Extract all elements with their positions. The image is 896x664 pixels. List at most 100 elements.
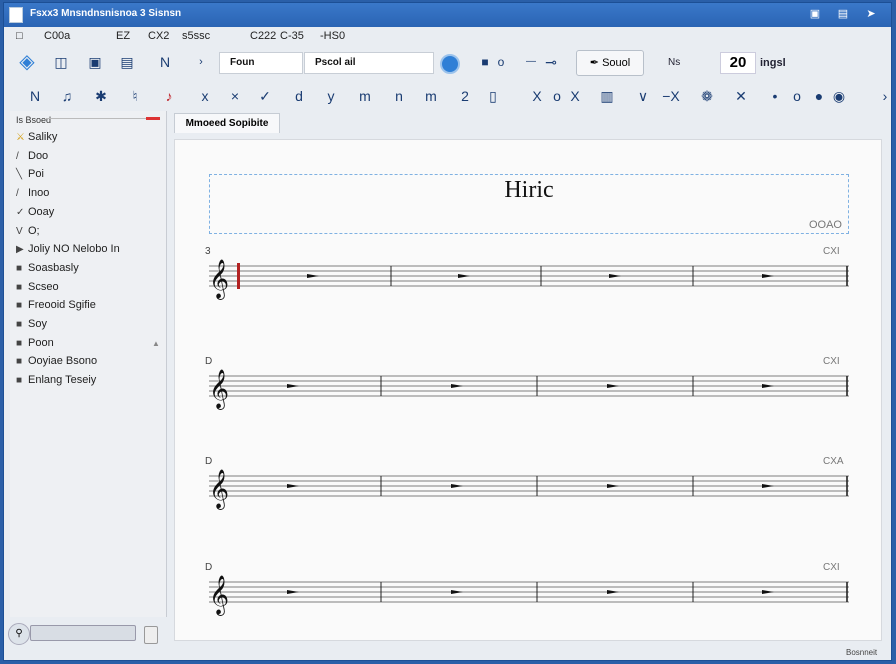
number-field[interactable]: 20 bbox=[720, 52, 756, 74]
close-panel-icon[interactable] bbox=[146, 117, 160, 120]
scroll-box[interactable] bbox=[144, 626, 158, 644]
measure-rest[interactable] bbox=[458, 274, 470, 278]
palette-symbol-icon-21[interactable]: ❁ bbox=[698, 87, 716, 105]
measure-rest[interactable] bbox=[607, 484, 619, 488]
font-combo[interactable]: Foun bbox=[219, 52, 303, 74]
dash-icon[interactable]: — bbox=[522, 53, 540, 71]
sidebar-item-4[interactable]: ✓ Ooay bbox=[16, 206, 54, 222]
sidebar-item-13[interactable]: ■ Enlang Teseiy bbox=[16, 374, 96, 390]
minimize-icon[interactable]: ▣ bbox=[806, 6, 824, 22]
menu-item-5[interactable]: C-35 bbox=[280, 30, 304, 42]
palette-symbol-icon-4[interactable]: ♪ bbox=[160, 87, 178, 105]
scroll-indicator-icon[interactable]: ▲ bbox=[152, 339, 160, 348]
play-button[interactable] bbox=[440, 54, 460, 74]
staff-system[interactable]: D CXI 𝄞 bbox=[205, 356, 849, 410]
palette-symbol-icon-17[interactable]: X bbox=[566, 87, 584, 105]
menu-item-6[interactable]: -HS0 bbox=[320, 30, 345, 42]
palette-symbol-icon-9[interactable]: y bbox=[322, 87, 340, 105]
palette-symbol-icon-7[interactable]: ✓ bbox=[256, 87, 274, 105]
palette-symbol-icon-2[interactable]: ✱ bbox=[92, 87, 110, 105]
palette-symbol-icon-24[interactable]: o bbox=[788, 87, 806, 105]
sidebar-item-7[interactable]: ■ Soasbasly bbox=[16, 262, 79, 278]
palette-symbol-icon-16[interactable]: o bbox=[548, 87, 566, 105]
diamond-icon[interactable]: ◈ bbox=[18, 52, 36, 72]
palette-symbol-icon-14[interactable]: ▯ bbox=[484, 87, 502, 105]
sidebar-item-11[interactable]: ■ Poon bbox=[16, 337, 54, 353]
staff-system[interactable]: 3 CXI 𝄞 bbox=[205, 246, 849, 300]
menu-item-square-icon[interactable]: □ bbox=[16, 30, 23, 42]
palette-symbol-icon-10[interactable]: m bbox=[356, 87, 374, 105]
treble-clef-icon[interactable]: 𝄞 bbox=[209, 470, 229, 510]
measure-rest[interactable] bbox=[307, 274, 319, 278]
palette-symbol-icon-25[interactable]: ● bbox=[810, 87, 828, 105]
sidebar-item-5[interactable]: V O; bbox=[16, 225, 40, 241]
search-icon[interactable]: ⚲ bbox=[8, 623, 30, 645]
menu-item-4[interactable]: C222 bbox=[250, 30, 276, 42]
sidebar-item-12[interactable]: ■ Ooyiae Bsono bbox=[16, 355, 97, 371]
palette-symbol-icon-23[interactable]: • bbox=[766, 87, 784, 105]
palette-symbol-icon-27[interactable]: › bbox=[876, 87, 894, 105]
zoom-button[interactable]: ✒ Souol bbox=[576, 50, 644, 76]
sidebar-item-10[interactable]: ■ Soy bbox=[16, 318, 47, 334]
window-icon[interactable]: ▣ bbox=[86, 53, 104, 71]
palette-symbol-icon-11[interactable]: n bbox=[390, 87, 408, 105]
measure-rest[interactable] bbox=[762, 384, 774, 388]
sidebar-item-1[interactable]: / Doo bbox=[16, 150, 48, 166]
palette-symbol-icon-5[interactable]: x bbox=[196, 87, 214, 105]
palette-search-input[interactable] bbox=[30, 625, 136, 641]
measure-rest[interactable] bbox=[451, 590, 463, 594]
menu-item-0[interactable]: C00a bbox=[44, 30, 70, 42]
measure-rest[interactable] bbox=[451, 484, 463, 488]
menu-item-3[interactable]: s5ssc bbox=[182, 30, 210, 42]
record-icon[interactable]: o bbox=[492, 53, 510, 71]
sidebar-item-8[interactable]: ■ Scseo bbox=[16, 281, 59, 297]
measure-rest[interactable] bbox=[762, 274, 774, 278]
measure-rest[interactable] bbox=[287, 484, 299, 488]
staff-canvas[interactable]: 3 CXI 𝄞 D CXI 𝄞 D CXA 𝄞 D CXI 𝄞 bbox=[175, 140, 881, 640]
tab-score[interactable]: Mmoeed Sopibite bbox=[174, 113, 280, 133]
panel-icon[interactable]: ▤ bbox=[118, 53, 136, 71]
palette-symbol-icon-19[interactable]: ∨ bbox=[634, 87, 652, 105]
sidebar-item-icon: ■ bbox=[16, 319, 23, 330]
close-icon[interactable]: ➤ bbox=[862, 6, 880, 22]
sidebar-item-2[interactable]: ╲ Poi bbox=[16, 168, 44, 184]
note-input-icon[interactable]: N bbox=[156, 53, 174, 71]
palette-symbol-icon-1[interactable]: ♫ bbox=[58, 87, 76, 105]
maximize-icon[interactable]: ▤ bbox=[834, 6, 852, 22]
palette-symbol-icon-8[interactable]: d bbox=[290, 87, 308, 105]
sidebar-item-9[interactable]: ■ Freooid Sgifie bbox=[16, 299, 96, 315]
measure-rest[interactable] bbox=[607, 590, 619, 594]
treble-clef-icon[interactable]: 𝄞 bbox=[209, 260, 229, 300]
metronome-icon[interactable]: ⊸ bbox=[542, 53, 560, 71]
input-cursor[interactable] bbox=[237, 263, 240, 289]
menu-item-1[interactable]: EZ bbox=[116, 30, 130, 42]
palette-symbol-icon-12[interactable]: m bbox=[422, 87, 440, 105]
measure-rest[interactable] bbox=[287, 384, 299, 388]
measure-rest[interactable] bbox=[762, 484, 774, 488]
palette-symbol-icon-15[interactable]: X bbox=[528, 87, 546, 105]
palette-symbol-icon-20[interactable]: −X bbox=[662, 87, 680, 105]
staff-system[interactable]: D CXI 𝄞 bbox=[205, 562, 849, 616]
palette-symbol-icon-22[interactable]: ✕ bbox=[732, 87, 750, 105]
palette-symbol-icon-18[interactable]: ▥ bbox=[598, 87, 616, 105]
staff-system[interactable]: D CXA 𝄞 bbox=[205, 456, 849, 510]
sidebar-item-3[interactable]: / Inoo bbox=[16, 187, 49, 203]
measure-rest[interactable] bbox=[287, 590, 299, 594]
treble-clef-icon[interactable]: 𝄞 bbox=[209, 370, 229, 410]
palette-symbol-icon-3[interactable]: ♮ bbox=[126, 87, 144, 105]
treble-clef-icon[interactable]: 𝄞 bbox=[209, 576, 229, 616]
style-combo[interactable]: Pscol ail bbox=[304, 52, 434, 74]
sidebar-item-0[interactable]: ⚔ Saliky bbox=[16, 131, 57, 147]
measure-rest[interactable] bbox=[451, 384, 463, 388]
palette-symbol-icon-26[interactable]: ◉ bbox=[830, 87, 848, 105]
measure-rest[interactable] bbox=[607, 384, 619, 388]
sidebar-item-6[interactable]: ▶ Joliy NO Nelobo In bbox=[16, 243, 120, 259]
palette-symbol-icon-0[interactable]: N bbox=[26, 87, 44, 105]
measure-rest[interactable] bbox=[609, 274, 621, 278]
measure-rest[interactable] bbox=[762, 590, 774, 594]
menu-item-2[interactable]: CX2 bbox=[148, 30, 169, 42]
arrow-icon[interactable]: › bbox=[192, 53, 210, 71]
palette-symbol-icon-6[interactable]: × bbox=[226, 87, 244, 105]
palette-symbol-icon-13[interactable]: 2 bbox=[456, 87, 474, 105]
layout-icon[interactable]: ◫ bbox=[52, 53, 70, 71]
